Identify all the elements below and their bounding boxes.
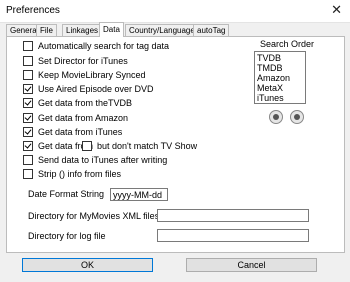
move-down-button[interactable] — [290, 110, 304, 124]
close-icon[interactable]: ✕ — [331, 2, 342, 18]
list-item[interactable]: iTunes — [257, 93, 303, 103]
log-dir-label: Directory for log file — [28, 231, 106, 241]
tab-autotag[interactable]: autoTag — [193, 24, 230, 36]
ok-button[interactable]: OK — [22, 258, 153, 272]
checkbox-label: but don't match TV Show — [97, 141, 198, 151]
checkbox-label: Send data to iTunes after writing — [38, 155, 168, 165]
checkbox-label: Get data from Amazon — [38, 113, 129, 123]
match-tv-show-checkbox[interactable]: but don't match TV Show — [82, 140, 197, 152]
tab-data[interactable]: Data — [99, 22, 124, 37]
checkbox-label: Get data from theTVDB — [38, 98, 133, 108]
send-to-itunes-checkbox[interactable]: Send data to iTunes after writing — [23, 154, 167, 166]
checkbox-box[interactable] — [23, 113, 33, 123]
list-item[interactable]: Amazon — [257, 73, 303, 83]
aired-episode-checkbox[interactable]: Use Aired Episode over DVD — [23, 83, 154, 95]
checkbox-box[interactable] — [23, 70, 33, 80]
amazon-checkbox[interactable]: Get data from Amazon — [23, 112, 128, 124]
list-item[interactable]: TMDB — [257, 63, 303, 73]
itunes-checkbox[interactable]: Get data from iTunes — [23, 126, 122, 138]
search-order-list[interactable]: TVDB TMDB Amazon MetaX iTunes — [254, 51, 306, 104]
log-dir-input[interactable] — [157, 229, 309, 242]
list-item[interactable]: MetaX — [257, 83, 303, 93]
checkbox-label: Use Aired Episode over DVD — [38, 84, 154, 94]
search-order-label: Search Order — [260, 39, 315, 49]
checkbox-label: Strip () info from files — [38, 169, 122, 179]
tab-file[interactable]: File — [36, 24, 57, 36]
window-title: Preferences — [6, 5, 60, 16]
xml-dir-input[interactable] — [157, 209, 309, 222]
tab-country-language[interactable]: Country/Language — [125, 24, 199, 36]
checkbox-label: Get data from iTunes — [38, 127, 123, 137]
checkbox-box[interactable] — [23, 155, 33, 165]
xml-dir-label: Directory for MyMovies XML files — [28, 211, 160, 221]
move-up-button[interactable] — [269, 110, 283, 124]
checkbox-label: Keep MovieLibrary Synced — [38, 70, 146, 80]
checkbox-box[interactable] — [82, 141, 92, 151]
checkbox-label: Automatically search for tag data — [38, 41, 170, 51]
checkbox-label: Set Director for iTunes — [38, 56, 128, 66]
strip-info-checkbox[interactable]: Strip () info from files — [23, 168, 121, 180]
checkbox-box[interactable] — [23, 127, 33, 137]
checkbox-box[interactable] — [23, 41, 33, 51]
auto-search-checkbox[interactable]: Automatically search for tag data — [23, 40, 169, 52]
tab-linkages[interactable]: Linkages — [62, 24, 103, 36]
set-director-checkbox[interactable]: Set Director for iTunes — [23, 55, 128, 67]
checkbox-box[interactable] — [23, 98, 33, 108]
tvdb-checkbox[interactable]: Get data from theTVDB — [23, 97, 132, 109]
date-format-label: Date Format String — [28, 189, 105, 199]
checkbox-box[interactable] — [23, 169, 33, 179]
date-format-input[interactable] — [110, 188, 168, 201]
title-bar: Preferences ✕ — [0, 0, 350, 23]
checkbox-box[interactable] — [23, 56, 33, 66]
keep-synced-checkbox[interactable]: Keep MovieLibrary Synced — [23, 69, 146, 81]
list-item[interactable]: TVDB — [257, 53, 303, 63]
checkbox-box[interactable] — [23, 141, 33, 151]
cancel-button[interactable]: Cancel — [186, 258, 317, 272]
checkbox-box[interactable] — [23, 84, 33, 94]
